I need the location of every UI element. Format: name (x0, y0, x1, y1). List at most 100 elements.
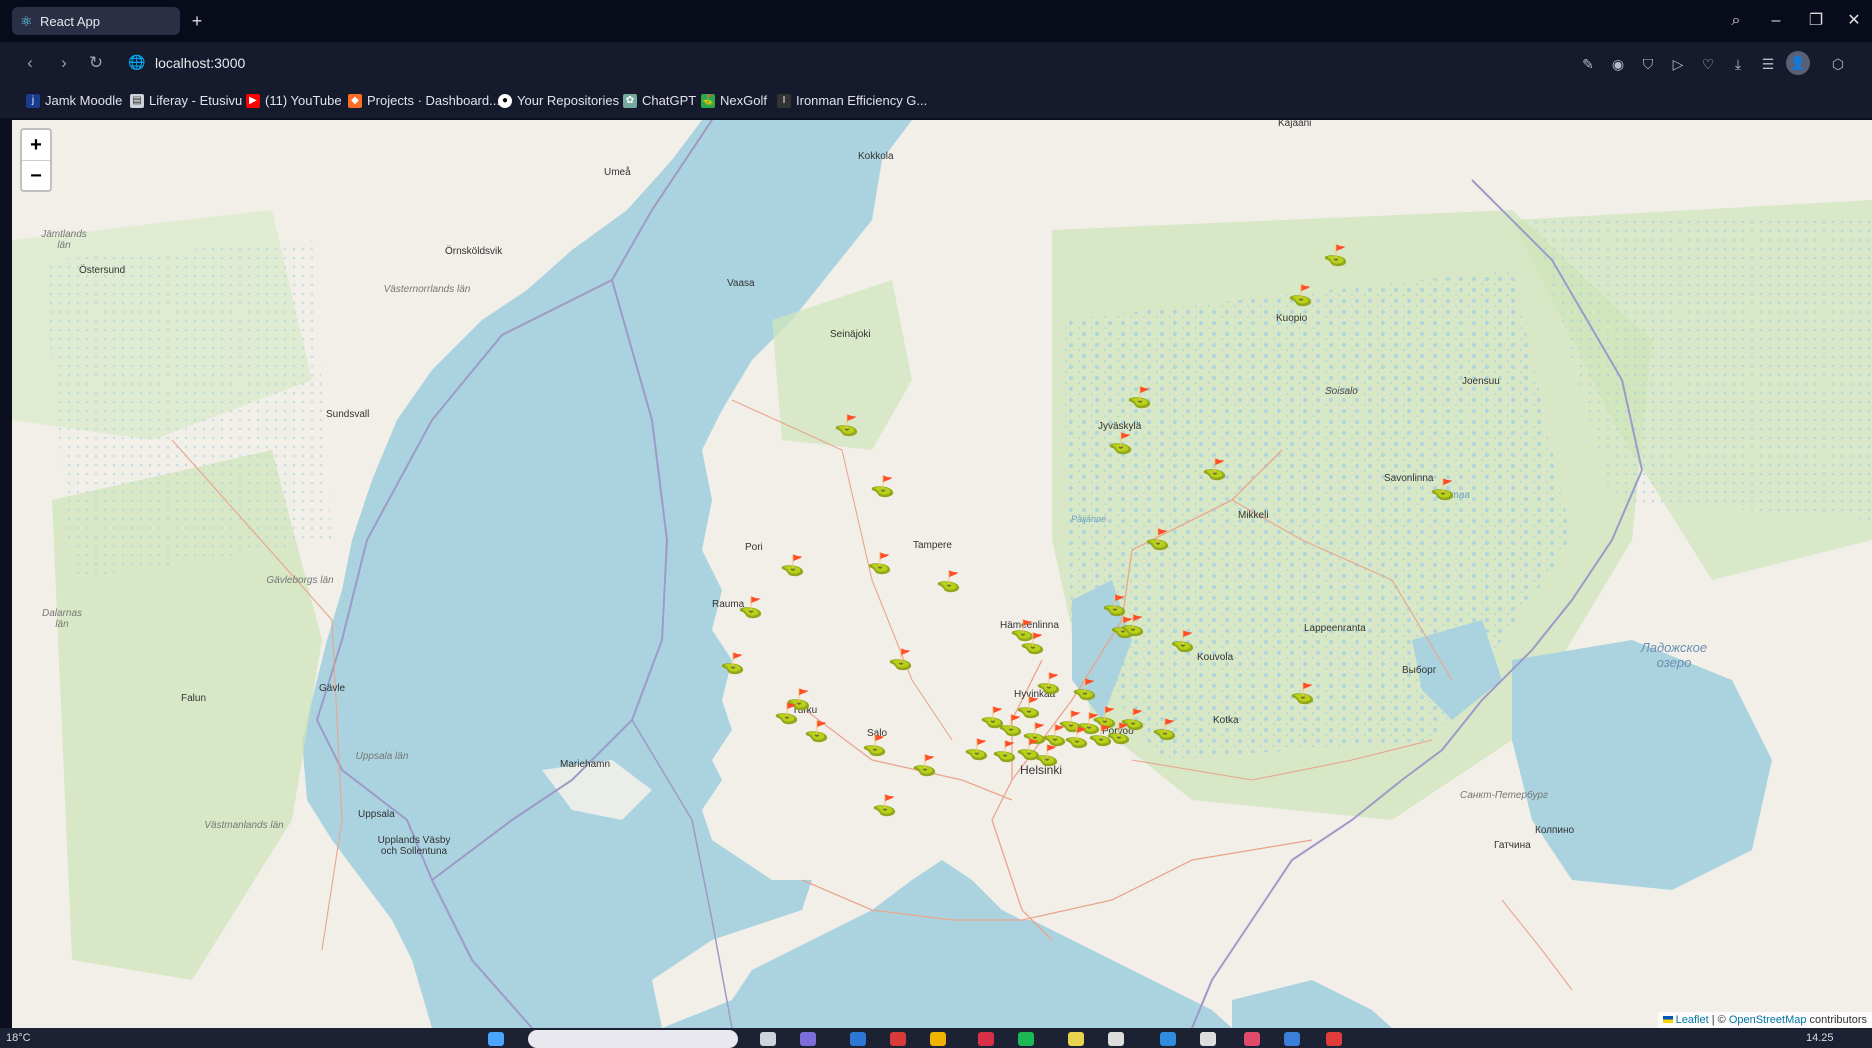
golf-marker[interactable]: ⛳ (992, 742, 1017, 762)
map-label-sundsvall: Sundsvall (326, 409, 370, 420)
golf-marker[interactable]: ⛳ (1430, 480, 1455, 500)
zoom-in-button[interactable]: + (22, 130, 50, 161)
map-label-st-petersburg: Санкт-Петербург (1460, 790, 1548, 801)
forward-icon[interactable]: › (52, 51, 76, 75)
map-label-kouvola: Kouvola (1197, 652, 1234, 663)
golf-marker[interactable]: ⛳ (1145, 530, 1170, 550)
app-icon[interactable] (1200, 1032, 1216, 1046)
golf-marker[interactable]: ⛳ (834, 416, 859, 436)
task-view-icon[interactable] (760, 1032, 776, 1046)
app-icon[interactable] (1326, 1032, 1342, 1046)
golf-marker[interactable]: ⛳ (780, 556, 805, 576)
minimize-icon[interactable]: – (1758, 6, 1794, 36)
map-label-pori: Pori (745, 542, 763, 553)
golf-marker[interactable]: ⛳ (1106, 724, 1131, 744)
taskbar-search[interactable] (528, 1030, 738, 1048)
golf-marker[interactable]: ⛳ (862, 736, 887, 756)
golf-marker[interactable]: ⛳ (1290, 684, 1315, 704)
bookmark-github[interactable]: ● Your Repositories (498, 93, 619, 108)
map-label-joensuu: Joensuu (1462, 376, 1500, 387)
golf-marker[interactable]: ⛳ (964, 740, 989, 760)
golf-marker[interactable]: ⛳ (872, 796, 897, 816)
app-icon[interactable] (850, 1032, 866, 1046)
golf-marker[interactable]: ⛳ (1102, 596, 1127, 616)
golf-marker[interactable]: ⛳ (1034, 746, 1059, 766)
golf-marker[interactable]: ⛳ (1036, 674, 1061, 694)
osm-link[interactable]: OpenStreetMap (1729, 1014, 1807, 1026)
map-label-seinajoki: Seinäjoki (830, 329, 871, 340)
close-icon[interactable]: ✕ (1836, 6, 1872, 36)
golf-marker[interactable]: ⛳ (1288, 286, 1313, 306)
omnibox[interactable] (120, 48, 1780, 78)
start-icon[interactable] (488, 1032, 504, 1046)
golf-marker[interactable]: ⛳ (1202, 460, 1227, 480)
zoom-control: + − (20, 128, 52, 192)
bookmark-gitlab-projects[interactable]: ◆ Projects · Dashboard... (348, 93, 500, 108)
restore-icon[interactable]: ❐ (1798, 6, 1834, 36)
bookmark-jamk-moodle[interactable]: j Jamk Moodle (26, 93, 122, 108)
browser-titlebar: ⚛ React App + ⌕ – ❐ ✕ (0, 0, 1872, 42)
new-tab-button[interactable]: + (187, 11, 207, 31)
golf-marker[interactable]: ⛳ (1127, 388, 1152, 408)
app-icon[interactable] (978, 1032, 994, 1046)
app-icon[interactable] (1284, 1032, 1300, 1046)
golf-marker[interactable]: ⛳ (912, 756, 937, 776)
app-icon[interactable] (800, 1032, 816, 1046)
golf-marker[interactable]: ⛳ (870, 477, 895, 497)
golf-marker[interactable]: ⛳ (720, 654, 745, 674)
golf-marker[interactable]: ⛳ (774, 704, 799, 724)
app-icon[interactable] (930, 1032, 946, 1046)
ironman-icon: I (777, 93, 791, 108)
zoom-out-button[interactable]: − (22, 161, 50, 191)
golf-marker[interactable]: ⛳ (1064, 728, 1089, 748)
address-bar-row: ‹ › ↻ 🌐 localhost:3000 ✎ ◉ ⛉ ▷ ♡ ⤓ ☰ 👤 ⬡ (0, 42, 1872, 84)
jamk-icon: j (26, 93, 40, 108)
golf-marker[interactable]: ⛳ (1152, 720, 1177, 740)
golf-marker[interactable]: ⛳ (1072, 680, 1097, 700)
map-label-mikkeli: Mikkeli (1238, 510, 1269, 521)
profile-avatar[interactable]: 👤 (1786, 51, 1810, 75)
search-icon[interactable]: ⌕ (1718, 6, 1754, 36)
play-icon[interactable]: ▷ (1668, 54, 1688, 74)
golf-marker[interactable]: ⛳ (738, 598, 763, 618)
heart-icon[interactable]: ♡ (1698, 54, 1718, 74)
map-label-vaasa: Vaasa (727, 278, 755, 289)
bookmark-liferay[interactable]: ▤ Liferay - Etusivu (130, 93, 242, 108)
site-info-icon[interactable]: 🌐 (128, 54, 145, 70)
golf-marker[interactable]: ⛳ (1170, 632, 1195, 652)
golf-marker[interactable]: ⛳ (936, 572, 961, 592)
url-input[interactable]: localhost:3000 (155, 55, 245, 71)
back-icon[interactable]: ‹ (18, 51, 42, 75)
shield-icon[interactable]: ⛉ (1638, 54, 1658, 74)
bookmark-ironman[interactable]: I Ironman Efficiency G... (777, 93, 927, 108)
cube-icon[interactable]: ⬡ (1828, 54, 1848, 74)
download-icon[interactable]: ⤓ (1728, 54, 1748, 74)
app-icon[interactable] (1068, 1032, 1084, 1046)
golf-marker[interactable]: ⛳ (867, 554, 892, 574)
map-label-uppsala-lan: Uppsala län (355, 751, 409, 762)
golf-marker[interactable]: ⛳ (888, 650, 913, 670)
app-icon[interactable] (1018, 1032, 1034, 1046)
app-icon[interactable] (1108, 1032, 1124, 1046)
edit-icon[interactable]: ✎ (1578, 54, 1598, 74)
golf-marker[interactable]: ⛳ (1120, 616, 1145, 636)
bookmark-nexgolf[interactable]: ⛳ NexGolf (701, 93, 767, 108)
bookmark-youtube[interactable]: ▶ (11) YouTube (246, 93, 342, 108)
golf-marker[interactable]: ⛳ (804, 722, 829, 742)
bookmark-chatgpt[interactable]: ✿ ChatGPT (623, 93, 696, 108)
golf-marker[interactable]: ⛳ (998, 716, 1023, 736)
github-icon: ● (498, 93, 512, 108)
tab-react-app[interactable]: ⚛ React App (12, 7, 180, 35)
app-icon[interactable] (890, 1032, 906, 1046)
reload-icon[interactable]: ↻ (84, 51, 108, 75)
golf-marker[interactable]: ⛳ (1020, 634, 1045, 654)
leaflet-map[interactable]: Kajaani Kokkola Umeå Jämtlands län Öster… (12, 120, 1872, 1028)
map-label-jyvaskyla: Jyväskylä (1098, 421, 1142, 432)
app-icon[interactable] (1160, 1032, 1176, 1046)
leaflet-link[interactable]: Leaflet (1676, 1014, 1709, 1026)
menu-icon[interactable]: ☰ (1758, 54, 1778, 74)
camera-icon[interactable]: ◉ (1608, 54, 1628, 74)
golf-marker[interactable]: ⛳ (1323, 246, 1348, 266)
golf-marker[interactable]: ⛳ (1108, 434, 1133, 454)
app-icon[interactable] (1244, 1032, 1260, 1046)
